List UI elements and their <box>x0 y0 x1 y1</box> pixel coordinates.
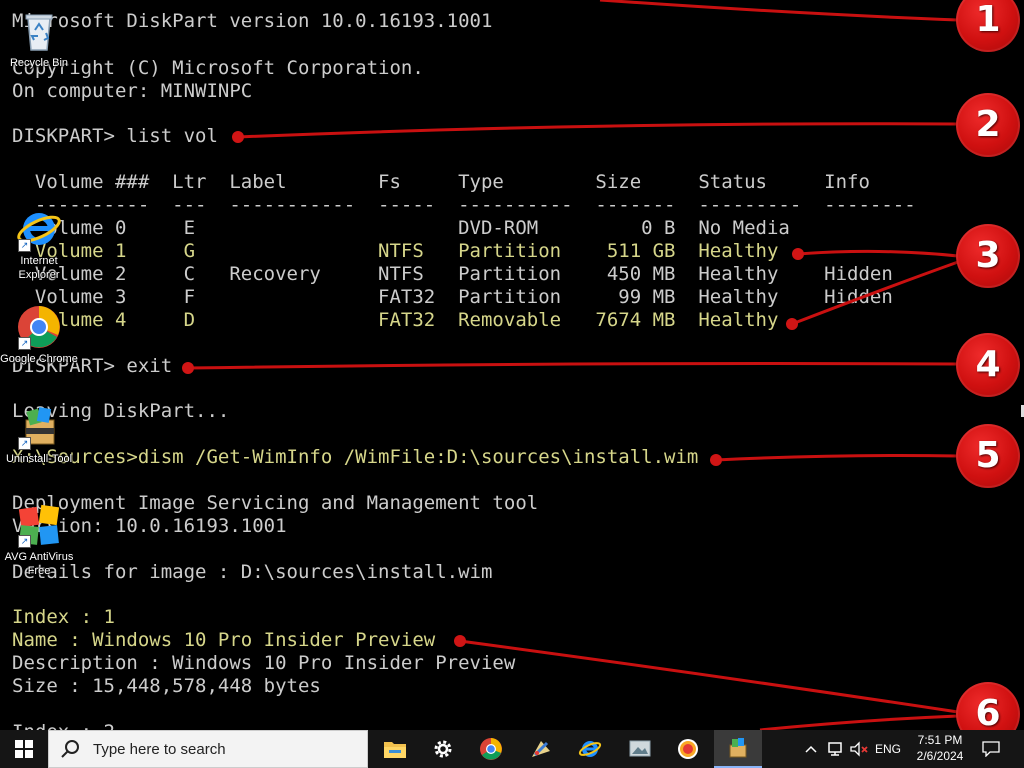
file-explorer-icon <box>384 742 406 758</box>
taskbar-app-security[interactable] <box>664 730 712 768</box>
desktop-icon-label: Recycle Bin <box>9 57 69 69</box>
clock-time: 7:51 PM <box>917 733 963 747</box>
console-line-highlighted: X:\Sources>dism /Get-WimInfo /WimFile:D:… <box>12 446 699 468</box>
console-line: Index : 2 <box>12 721 115 730</box>
recycle-bin-icon <box>16 8 62 54</box>
uninstall-tool-icon: ↗ <box>16 404 62 450</box>
desktop-icon-label: AVG AntiVirus Free <box>4 551 74 577</box>
console-line: Details for image : D:\sources\install.w… <box>12 561 493 583</box>
internet-explorer-icon <box>578 741 602 757</box>
console-line: Volume 2 C Recovery NTFS Partition 450 M… <box>12 263 893 285</box>
desktop-icon-label: Uninstall-Tool <box>5 453 73 465</box>
taskbar: Type here to search ENG 7:51 PM 2/6/2024 <box>0 730 1024 768</box>
taskbar-app-chrome[interactable] <box>467 730 515 768</box>
desktop-icon-google-chrome[interactable]: ↗ Google Chrome <box>0 304 78 366</box>
system-clock[interactable]: 7:51 PM 2/6/2024 <box>912 732 968 764</box>
console-line-highlighted: Name : Windows 10 Pro Insider Preview <box>12 629 436 651</box>
taskbar-app-settings[interactable] <box>419 730 467 768</box>
show-hidden-icons-chevron[interactable] <box>802 730 820 768</box>
taskbar-app-internet-explorer[interactable] <box>566 730 614 768</box>
shortcut-arrow-icon: ↗ <box>18 535 31 548</box>
console-line: Description : Windows 10 Pro Insider Pre… <box>12 652 516 674</box>
shortcut-arrow-icon: ↗ <box>18 239 31 252</box>
desktop-icon-recycle-bin[interactable]: Recycle Bin <box>0 8 78 70</box>
console-line: Volume 0 E DVD-ROM 0 B No Media <box>12 217 790 239</box>
annotation-badge-5: 5 <box>956 424 1020 488</box>
tray-volume[interactable] <box>848 730 870 768</box>
start-button[interactable] <box>0 730 48 768</box>
settings-icon <box>434 740 452 758</box>
console-line-highlighted: Volume 1 G NTFS Partition 511 GB Healthy <box>12 240 779 262</box>
shortcut-arrow-icon: ↗ <box>18 437 31 450</box>
shortcut-arrow-icon: ↗ <box>18 337 31 350</box>
desktop-icon-label: Internet Explorer <box>18 255 60 281</box>
uninstall-tool-icon <box>729 738 747 758</box>
windows-logo-icon <box>15 740 33 758</box>
photo-viewer-icon <box>629 740 651 757</box>
taskbar-app-photo-viewer[interactable] <box>616 730 664 768</box>
internet-explorer-icon: ↗ <box>16 206 62 252</box>
desktop-icon-label: Google Chrome <box>0 353 78 365</box>
search-placeholder: Type here to search <box>93 740 226 758</box>
taskbar-app-uninstall-tool[interactable] <box>714 730 762 768</box>
search-icon <box>61 740 79 758</box>
console-line: Size : 15,448,578,448 bytes <box>12 675 321 697</box>
command-prompt-window[interactable]: Microsoft DiskPart version 10.0.16193.10… <box>0 0 1024 730</box>
console-line: ---------- --- ----------- ----- -------… <box>12 194 916 216</box>
taskbar-app-paint[interactable] <box>517 730 565 768</box>
input-language-indicator[interactable]: ENG <box>872 730 904 768</box>
security-icon <box>678 739 698 759</box>
clock-date: 2/6/2024 <box>916 749 964 763</box>
taskbar-app-file-explorer[interactable] <box>371 730 419 768</box>
console-line: Volume ### Ltr Label Fs Type Size Status… <box>12 171 870 193</box>
network-icon <box>828 742 842 756</box>
tray-network[interactable] <box>824 730 846 768</box>
action-center-button[interactable] <box>978 730 1004 768</box>
volume-muted-icon <box>850 741 868 757</box>
avg-antivirus-icon: ↗ <box>16 502 62 548</box>
desktop-icon-uninstall-tool[interactable]: ↗ Uninstall-Tool <box>0 404 78 466</box>
chevron-up-icon <box>805 745 817 753</box>
console-line-highlighted: Volume 4 D FAT32 Removable 7674 MB Healt… <box>12 309 779 331</box>
taskbar-search-box[interactable]: Type here to search <box>48 730 368 768</box>
annotation-badge-4: 4 <box>956 333 1020 397</box>
chrome-icon: ↗ <box>16 304 62 350</box>
desktop-icon-avg-antivirus[interactable]: ↗ AVG AntiVirus Free <box>0 502 78 578</box>
console-line: Microsoft DiskPart version 10.0.16193.10… <box>12 10 493 32</box>
console-line: Deployment Image Servicing and Managemen… <box>12 492 539 514</box>
notification-icon <box>982 741 1000 757</box>
console-line: On computer: MINWINPC <box>12 80 253 102</box>
paint-icon <box>532 741 550 757</box>
console-line-highlighted: Index : 1 <box>12 606 115 628</box>
console-line: DISKPART> list vol <box>12 125 218 147</box>
chrome-icon <box>480 738 502 760</box>
annotation-badge-3: 3 <box>956 224 1020 288</box>
console-line: Volume 3 F FAT32 Partition 99 MB Healthy… <box>12 286 893 308</box>
annotation-badge-2: 2 <box>956 93 1020 157</box>
desktop-icon-internet-explorer[interactable]: ↗ Internet Explorer <box>0 206 78 282</box>
